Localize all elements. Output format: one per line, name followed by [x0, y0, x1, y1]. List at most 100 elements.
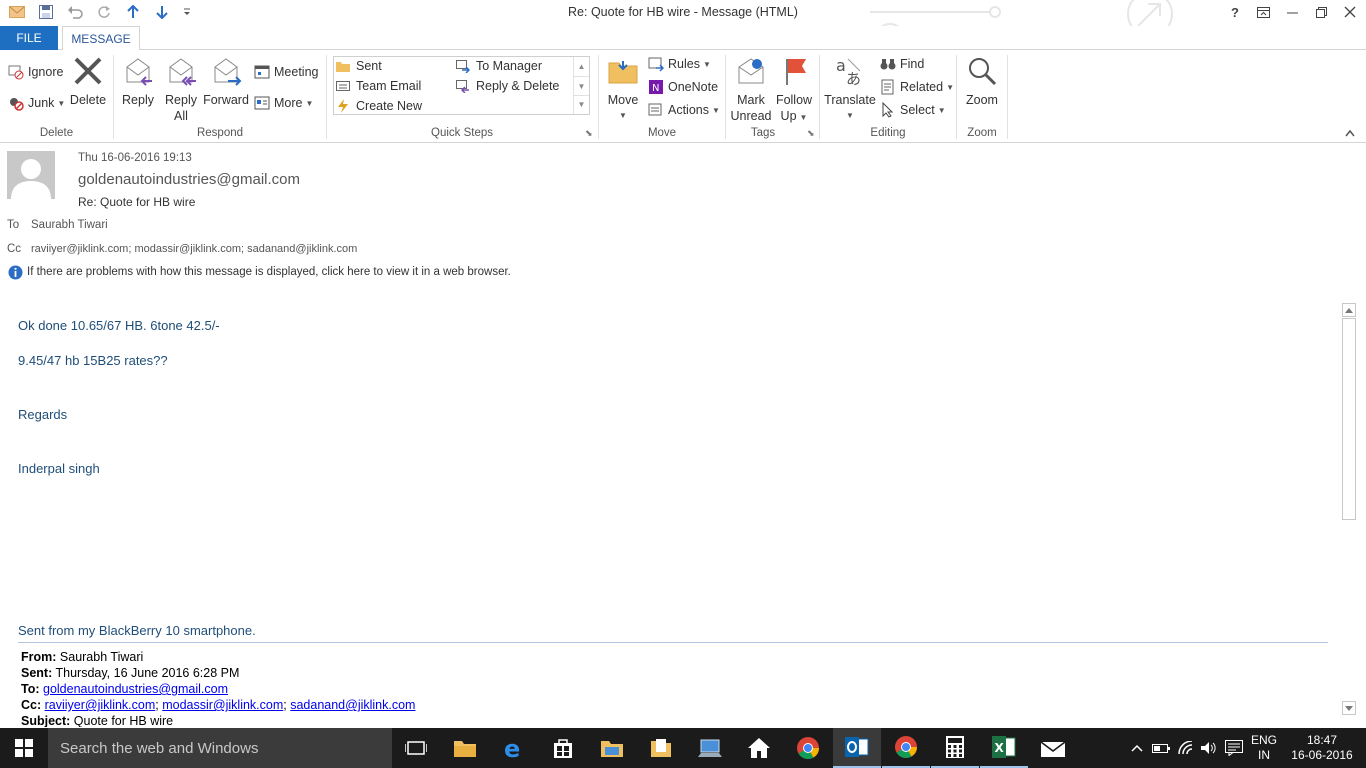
- taskbar-app[interactable]: [686, 728, 734, 768]
- reply-button[interactable]: Reply: [118, 54, 158, 108]
- reply-label: Reply: [122, 93, 154, 107]
- move-label: Move: [607, 93, 639, 107]
- taskbar-folder[interactable]: [588, 728, 636, 768]
- taskbar-excel[interactable]: X: [980, 728, 1028, 768]
- clock[interactable]: 18:47 16-06-2016: [1286, 728, 1358, 768]
- taskbar-search-box[interactable]: Search the web and Windows: [48, 728, 392, 768]
- quickstep-team-email[interactable]: Team Email: [336, 79, 421, 93]
- actions-label: Actions: [668, 103, 709, 117]
- to-recipient[interactable]: Saurabh Tiwari: [31, 219, 108, 231]
- move-group-label: Move: [647, 127, 677, 139]
- onenote-button[interactable]: N OneNote: [648, 77, 718, 97]
- svg-text:N: N: [652, 83, 659, 94]
- rules-button[interactable]: Rules ▼: [648, 54, 711, 74]
- collapse-ribbon-icon[interactable]: [1345, 126, 1355, 140]
- zoom-label: Zoom: [966, 93, 998, 107]
- info-bar-message[interactable]: If there are problems with how this mess…: [27, 266, 511, 278]
- forward-button[interactable]: Forward: [202, 54, 250, 108]
- select-label: Select: [900, 103, 935, 117]
- taskbar-chrome-2[interactable]: [882, 728, 930, 768]
- scroll-thumb[interactable]: [1342, 318, 1356, 520]
- mark-unread-button[interactable]: Mark Unread: [730, 54, 772, 124]
- quote-divider: [18, 642, 1328, 643]
- tab-file[interactable]: FILE: [0, 26, 58, 50]
- follow-up-label-line2: Up ▼: [773, 108, 815, 126]
- quick-steps-scrollbar[interactable]: ▲ ▼ ▼: [573, 57, 589, 114]
- find-button[interactable]: Find: [880, 54, 924, 74]
- select-button[interactable]: Select ▼: [880, 100, 946, 120]
- help-button[interactable]: ?: [1222, 2, 1248, 22]
- zoom-button[interactable]: Zoom: [960, 54, 1004, 108]
- dropdown-arrow-icon: ▼: [57, 98, 66, 108]
- taskbar-outlook[interactable]: [833, 728, 881, 768]
- actions-button[interactable]: Actions ▼: [648, 100, 720, 120]
- fwd-cc-link[interactable]: sadanand@jiklink.com: [290, 698, 415, 712]
- cc-recipients[interactable]: raviiyer@jiklink.com; modassir@jiklink.c…: [31, 243, 357, 255]
- translate-button[interactable]: aあ Translate ▼: [823, 54, 877, 124]
- translate-icon: aあ: [833, 54, 867, 88]
- quickstep-to-manager[interactable]: To Manager: [456, 59, 542, 73]
- folder-icon: [336, 62, 350, 72]
- ignore-button[interactable]: Ignore: [8, 62, 63, 82]
- quickstep-create-new[interactable]: Create New: [336, 99, 422, 113]
- move-folder-icon: [606, 54, 640, 88]
- follow-up-button[interactable]: Follow Up ▼: [773, 54, 815, 126]
- battery-icon[interactable]: [1151, 728, 1171, 768]
- fwd-cc-link[interactable]: raviiyer@jiklink.com: [45, 698, 156, 712]
- restore-button[interactable]: [1308, 2, 1334, 22]
- delete-group-label: Delete: [39, 127, 74, 139]
- more-respond-button[interactable]: More ▼: [254, 93, 313, 113]
- dialog-launcher-icon[interactable]: ⬊: [807, 128, 815, 139]
- fwd-subject: Quote for HB wire: [73, 714, 174, 727]
- taskbar-documents[interactable]: [637, 728, 685, 768]
- sender-address[interactable]: goldenautoindustries@gmail.com: [78, 171, 300, 188]
- taskbar-chrome[interactable]: [784, 728, 832, 768]
- fwd-to-label: To:: [21, 682, 40, 696]
- sender-avatar[interactable]: [7, 151, 55, 199]
- tab-message[interactable]: MESSAGE: [62, 26, 140, 51]
- onenote-label: OneNote: [668, 80, 719, 94]
- taskbar-home[interactable]: [735, 728, 783, 768]
- quickstep-reply-delete[interactable]: Reply & Delete: [456, 79, 559, 93]
- scroll-down-arrow-icon[interactable]: [1342, 701, 1356, 715]
- reply-all-button[interactable]: Reply All: [160, 54, 202, 124]
- editing-group-label: Editing: [870, 127, 906, 139]
- taskbar-mail[interactable]: [1029, 728, 1077, 768]
- input-language-indicator[interactable]: ENG IN: [1248, 728, 1280, 768]
- taskbar-edge[interactable]: e: [490, 728, 538, 768]
- person-icon: [11, 159, 51, 199]
- related-button[interactable]: Related ▼: [880, 77, 954, 97]
- svg-text:X: X: [995, 741, 1005, 755]
- dialog-launcher-icon[interactable]: ⬊: [585, 128, 593, 139]
- minimize-button[interactable]: [1279, 2, 1305, 22]
- move-button[interactable]: Move ▼: [604, 54, 642, 124]
- delete-button[interactable]: Delete: [66, 54, 110, 108]
- scroll-up-icon[interactable]: ▲: [574, 57, 589, 76]
- magnifier-icon: [965, 54, 999, 88]
- expand-gallery-icon[interactable]: ▼: [574, 95, 589, 113]
- scroll-down-icon[interactable]: ▼: [574, 76, 589, 95]
- taskbar-calculator[interactable]: [931, 728, 979, 768]
- volume-icon[interactable]: [1199, 728, 1219, 768]
- info-icon: [8, 265, 23, 283]
- close-button[interactable]: [1337, 2, 1363, 22]
- fwd-sent-label: Sent:: [21, 666, 53, 680]
- action-center-icon[interactable]: [1223, 728, 1245, 768]
- scroll-up-arrow-icon[interactable]: [1342, 303, 1356, 317]
- ribbon-display-options-button[interactable]: [1250, 2, 1276, 22]
- taskbar-file-explorer[interactable]: [441, 728, 489, 768]
- fwd-cc-link[interactable]: modassir@jiklink.com: [162, 698, 283, 712]
- show-hidden-icons-button[interactable]: [1128, 728, 1146, 768]
- follow-up-label-line1: Follow: [775, 93, 813, 107]
- meeting-button[interactable]: Meeting: [254, 62, 318, 82]
- translate-label: Translate: [824, 93, 876, 107]
- message-subject: Re: Quote for HB wire: [78, 195, 196, 209]
- start-button[interactable]: [0, 728, 48, 768]
- fwd-to-link[interactable]: goldenautoindustries@gmail.com: [43, 682, 228, 696]
- taskbar-store[interactable]: [539, 728, 587, 768]
- wifi-icon[interactable]: [1176, 728, 1198, 768]
- junk-button[interactable]: Junk ▼: [8, 93, 65, 113]
- vertical-scrollbar[interactable]: [1340, 301, 1358, 717]
- task-view-button[interactable]: [392, 728, 440, 768]
- quickstep-sent[interactable]: Sent: [336, 59, 382, 73]
